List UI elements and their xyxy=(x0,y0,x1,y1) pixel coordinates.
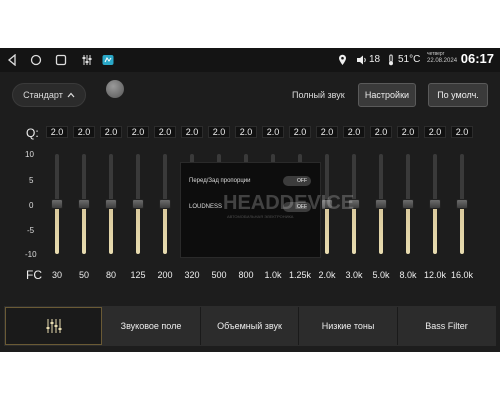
frequency-label: 8.0k xyxy=(399,270,417,280)
q-value-box[interactable]: 2.0 xyxy=(235,126,257,138)
tab-bar: Звуковое поле Объемный звук Низкие тоны … xyxy=(4,306,496,346)
scale-label: 0 xyxy=(29,201,34,210)
recent-apps-icon[interactable] xyxy=(55,53,67,67)
slider-thumb[interactable] xyxy=(51,199,63,209)
head-unit-screen: 18 51°C четверг 22.08.2024 06:17 Стандар… xyxy=(0,48,500,352)
frequency-label: 125 xyxy=(130,270,146,280)
frequency-label: 30 xyxy=(51,270,62,280)
frequency-label: 12.0k xyxy=(423,270,447,280)
settings-button[interactable]: Настройки xyxy=(358,83,416,107)
app-icon[interactable] xyxy=(102,53,114,67)
q-value-box[interactable]: 2.0 xyxy=(424,126,446,138)
frequency-label: 16.0k xyxy=(450,270,474,280)
q-value-box[interactable]: 2.0 xyxy=(343,126,365,138)
tab-sound-field[interactable]: Звуковое поле xyxy=(102,307,201,345)
tab-equalizer[interactable] xyxy=(5,307,102,345)
q-label: Q: xyxy=(26,126,39,140)
q-value-box[interactable]: 2.0 xyxy=(262,126,284,138)
temperature-value: 51°C xyxy=(398,54,421,65)
scale-label: 10 xyxy=(25,150,34,159)
frequency-label: 200 xyxy=(157,270,173,280)
slider-thumb[interactable] xyxy=(132,199,144,209)
status-bar: 18 51°C четверг 22.08.2024 06:17 xyxy=(0,48,500,72)
q-value-box[interactable]: 2.0 xyxy=(370,126,392,138)
front-rear-label: Перед/Зад пропорции xyxy=(189,178,251,184)
volume-icon[interactable] xyxy=(356,53,368,67)
frequency-label: 5.0k xyxy=(372,270,390,280)
tab-surround[interactable]: Объемный звук xyxy=(201,307,299,345)
frequency-label: 3.0k xyxy=(345,270,363,280)
date: 22.08.2024 xyxy=(427,58,458,64)
frequency-label: 1.0k xyxy=(264,270,282,280)
slider-thumb[interactable] xyxy=(402,199,414,209)
q-value-box[interactable]: 2.0 xyxy=(208,126,230,138)
watermark-logo: HEADDEVICE xyxy=(223,192,355,214)
tab-bass-filter[interactable]: Bass Filter xyxy=(398,307,495,345)
frequency-label: 500 xyxy=(211,270,227,280)
front-rear-toggle[interactable]: OFF xyxy=(283,176,311,186)
location-icon xyxy=(336,53,348,67)
scale-label: -5 xyxy=(27,226,35,235)
q-value-box[interactable]: 2.0 xyxy=(451,126,473,138)
equalizer-sliders-icon xyxy=(46,319,61,333)
frequency-label: 2.0k xyxy=(318,270,336,280)
q-value-box[interactable]: 2.0 xyxy=(73,126,95,138)
clock: 06:17 xyxy=(460,51,494,66)
scale-label: 5 xyxy=(29,176,34,185)
frequency-label: 80 xyxy=(105,270,116,280)
knob-indicator[interactable] xyxy=(106,80,124,98)
q-value-box[interactable]: 2.0 xyxy=(154,126,176,138)
slider-thumb[interactable] xyxy=(78,199,90,209)
equalizer-icon[interactable] xyxy=(81,53,93,67)
frequency-label: 1.25k xyxy=(288,270,312,280)
slider-thumb[interactable] xyxy=(456,199,468,209)
scale-label: -10 xyxy=(25,250,37,259)
frequency-label: 50 xyxy=(78,270,89,280)
watermark-subtitle: АВТОМОБИЛЬНАЯ ЭЛЕКТРОНИКА xyxy=(227,214,294,219)
q-value-box[interactable]: 2.0 xyxy=(46,126,68,138)
q-value-box[interactable]: 2.0 xyxy=(289,126,311,138)
slider-thumb[interactable] xyxy=(375,199,387,209)
frequency-label: 800 xyxy=(238,270,254,280)
q-value-box[interactable]: 2.0 xyxy=(316,126,338,138)
full-sound-label: Полный звук xyxy=(292,90,345,100)
chevron-up-icon xyxy=(67,92,75,98)
preset-dropdown[interactable]: Стандарт xyxy=(12,83,86,107)
q-value-box[interactable]: 2.0 xyxy=(397,126,419,138)
loudness-label: LOUDNESS xyxy=(189,204,223,210)
default-button[interactable]: По умолч. xyxy=(428,83,488,107)
slider-thumb[interactable] xyxy=(159,199,171,209)
slider-thumb[interactable] xyxy=(105,199,117,209)
audio-options-panel: Перед/Зад пропорции OFF LOUDNESS OFF HEA… xyxy=(180,162,354,258)
home-icon[interactable] xyxy=(30,53,42,67)
back-icon[interactable] xyxy=(6,53,18,67)
q-value-box[interactable]: 2.0 xyxy=(181,126,203,138)
preset-label: Стандарт xyxy=(23,90,63,100)
day-of-week: четверг xyxy=(427,51,445,57)
tab-low-tones[interactable]: Низкие тоны xyxy=(299,307,398,345)
fc-label: FC xyxy=(26,268,42,282)
q-value-box[interactable]: 2.0 xyxy=(127,126,149,138)
temperature-icon xyxy=(386,53,396,67)
q-value-box[interactable]: 2.0 xyxy=(100,126,122,138)
volume-value: 18 xyxy=(369,54,381,65)
slider-thumb[interactable] xyxy=(429,199,441,209)
frequency-label: 320 xyxy=(184,270,200,280)
